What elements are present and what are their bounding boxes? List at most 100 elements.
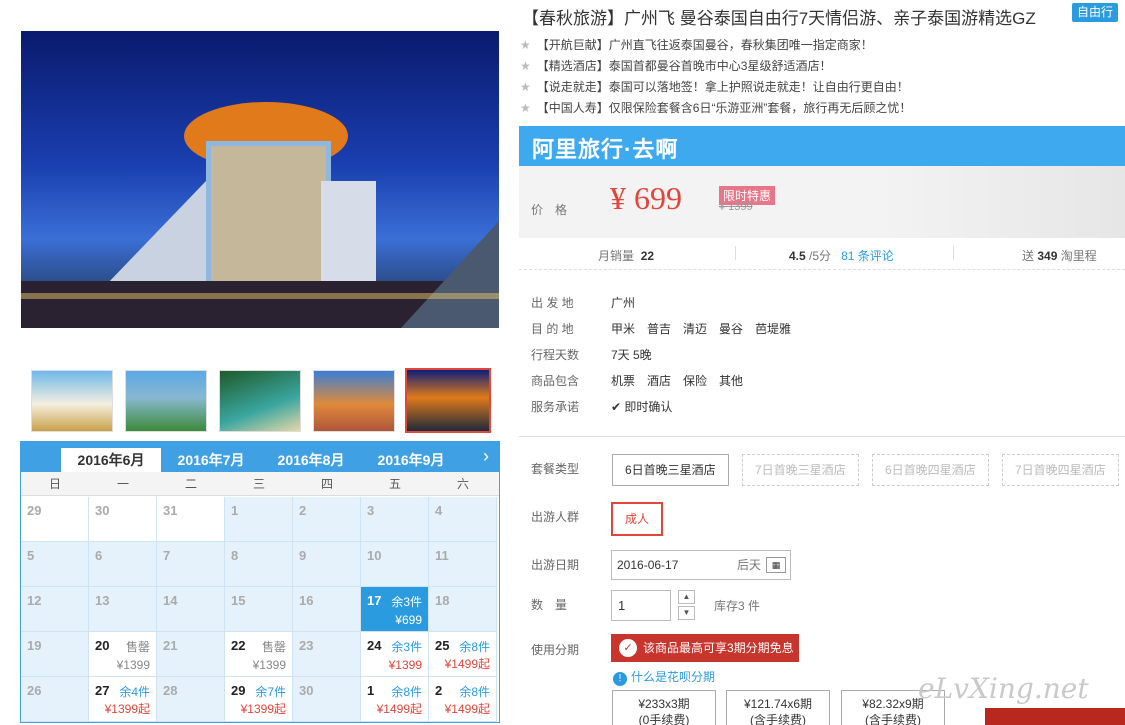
stock-status: 余8件 — [459, 640, 490, 654]
rating-value: 4.5 — [789, 249, 806, 263]
calendar-day-cell[interactable]: 27 余4件 ¥1399起 — [89, 677, 157, 722]
day-number: 21 — [163, 638, 178, 653]
day-number: 6 — [95, 548, 103, 563]
calendar-day-cell[interactable]: 22 售罄 ¥1399 — [225, 632, 293, 677]
detail-label: 商品包含 — [531, 374, 580, 388]
calendar-day-cell[interactable]: 17 余3件 ¥699 — [361, 587, 429, 632]
huabei-link[interactable]: ! 什么是花呗分期 — [613, 668, 715, 686]
day-number: 3 — [367, 503, 375, 518]
highlight-4: ★ 【中国人寿】仅限保险套餐含6日“乐游亚洲”套餐，旅行再无后顾之忧！ — [520, 99, 911, 116]
highlight-3: ★ 【说走就走】泰国可以落地签！拿上护照说走就走！让自由行更自由！ — [520, 78, 909, 95]
package-option-3[interactable]: 6日首晚四星酒店 — [872, 454, 989, 486]
day-number: 13 — [95, 593, 110, 608]
detail-includes: 商品包含 — [531, 372, 579, 389]
day-price: ¥1399起 — [240, 702, 286, 716]
calendar-day-cell: 26 — [21, 677, 89, 722]
day-number: 8 — [231, 548, 239, 563]
main-product-image[interactable] — [21, 31, 499, 328]
package-option-2[interactable]: 7日首晚三星酒店 — [742, 454, 859, 486]
calendar-day-cell: 19 — [21, 632, 89, 677]
detail-departure: 出 发 地 — [531, 294, 574, 311]
highlight-text: 【说走就走】泰国可以落地签！拿上护照说走就走！让自由行更自由！ — [536, 80, 909, 94]
calendar-day-cell: 30 — [89, 497, 157, 542]
points: 送 349 淘里程 — [1022, 247, 1097, 264]
day-price: ¥1399起 — [104, 702, 150, 716]
day-number: 12 — [27, 593, 42, 608]
calendar-day-cell: 2 — [293, 497, 361, 542]
thumbnail-4[interactable] — [313, 370, 395, 432]
bottom-red-element[interactable] — [985, 708, 1125, 725]
day-number: 10 — [367, 548, 382, 563]
installment-plan-3[interactable]: ¥233x3期 (0手续费) — [612, 690, 716, 725]
calendar-tab-month-1[interactable]: 2016年6月 — [61, 448, 161, 472]
calendar-day-cell[interactable]: 2 余8件 ¥1499起 — [429, 677, 497, 722]
thumbnail-2[interactable] — [125, 370, 207, 432]
thumbnail-1[interactable] — [31, 370, 113, 432]
price-calendar: 2016年6月 2016年7月 2016年8月 2016年9月 › 日 一 二 … — [20, 441, 500, 723]
installment-label: 使用分期 — [531, 643, 580, 657]
calendar-tab-month-3[interactable]: 2016年8月 — [261, 448, 361, 472]
day-number: 4 — [435, 503, 443, 518]
chevron-down-icon[interactable]: ▼ — [678, 606, 695, 620]
points-value: 349 — [1037, 249, 1058, 263]
weekday-sun: 日 — [48, 477, 61, 491]
calendar-day-cell[interactable]: 29 余7件 ¥1399起 — [225, 677, 293, 722]
detail-service: 服务承诺 — [531, 398, 579, 415]
monthly-sales: 月销量 22 — [598, 247, 654, 264]
calendar-day-cell: 5 — [21, 542, 89, 587]
calendar-day-cell[interactable]: 25 余8件 ¥1499起 — [429, 632, 497, 677]
chevron-up-icon[interactable]: ▲ — [678, 590, 695, 604]
highlight-1: ★ 【开航巨献】广州直飞往返泰国曼谷，春秋集团唯一指定商家！ — [520, 36, 873, 53]
alitrip-logo-text: 阿里旅行·去啊 — [532, 137, 679, 162]
calendar-day-cell[interactable]: 20 售罄 ¥1399 — [89, 632, 157, 677]
day-price: ¥1499起 — [444, 657, 490, 671]
calendar-tab-month-2[interactable]: 2016年7月 — [161, 448, 261, 472]
monthly-sales-label: 月销量 — [598, 249, 635, 263]
thumbnail-5-selected[interactable] — [405, 368, 491, 433]
calendar-day-cell: 30 — [293, 677, 361, 722]
reviews-link[interactable]: 81 条评论 — [841, 249, 894, 263]
highlight-text: 【中国人寿】仅限保险套餐含6日“乐游亚洲”套餐，旅行再无后顾之忧！ — [536, 101, 912, 115]
calendar-day-cell[interactable]: 1 余8件 ¥1499起 — [361, 677, 429, 722]
installment-plan-6[interactable]: ¥121.74x6期 (含手续费) — [726, 690, 830, 725]
weekday-row: 日 一 二 三 四 五 六 — [21, 472, 499, 496]
stock-status: 余8件 — [459, 685, 490, 699]
detail-value-service: ✔ 即时确认 — [611, 398, 672, 415]
thumbnail-3[interactable] — [219, 370, 301, 432]
calendar-day-cell: 14 — [157, 587, 225, 632]
day-number: 11 — [435, 548, 449, 563]
plan-fee: (含手续费) — [750, 713, 806, 725]
calendar-icon[interactable]: ▦ — [766, 557, 786, 573]
installment-text: 该商品最高可享3期分期免息 — [643, 641, 794, 655]
stock-status: 售罄 — [125, 640, 150, 654]
day-number: 2 — [299, 503, 307, 518]
people-option-adult[interactable]: 成人 — [611, 502, 663, 536]
day-price: ¥1499起 — [444, 702, 490, 716]
day-number: 28 — [163, 683, 178, 698]
rating: 4.5 /5分 81 条评论 — [789, 247, 894, 264]
day-number: 25 — [435, 638, 450, 653]
calendar-day-cell: 3 — [361, 497, 429, 542]
product-title: 【春秋旅游】广州飞 曼谷泰国自由行7天情侣游、亲子泰国游精选GZ — [522, 9, 1036, 28]
plan-fee: (0手续费) — [638, 713, 690, 725]
day-number: 7 — [163, 548, 171, 563]
quantity-label: 数 量 — [531, 598, 568, 612]
highlight-2: ★ 【精选酒店】泰国首都曼谷首晚市中心3星级舒适酒店！ — [520, 57, 831, 74]
detail-value: 7天 5晚 — [611, 348, 652, 362]
calendar-day-cell: 6 — [89, 542, 157, 587]
installment-button[interactable]: ✓ 该商品最高可享3期分期免息 — [611, 634, 799, 662]
calendar-day-cell: 4 — [429, 497, 497, 542]
package-option-4[interactable]: 7日首晚四星酒店 — [1002, 454, 1119, 486]
calendar-tab-month-4[interactable]: 2016年9月 — [361, 448, 461, 472]
package-option-1[interactable]: 6日首晚三星酒店 — [612, 454, 729, 486]
people-label: 出游人群 — [531, 510, 580, 524]
detail-value: 机票 酒店 保险 其他 — [611, 374, 744, 388]
calendar-day-cell[interactable]: 24 余3件 ¥1399 — [361, 632, 429, 677]
quantity-input[interactable]: 1 — [611, 590, 671, 621]
chevron-right-icon[interactable]: › — [483, 446, 489, 467]
travel-date-input[interactable]: 2016-06-17 后天 ▦ — [611, 550, 791, 580]
divider — [953, 246, 954, 260]
calendar-day-cell: 23 — [293, 632, 361, 677]
stock-status: 余3件 — [391, 640, 422, 654]
detail-destination: 目 的 地 — [531, 320, 574, 337]
